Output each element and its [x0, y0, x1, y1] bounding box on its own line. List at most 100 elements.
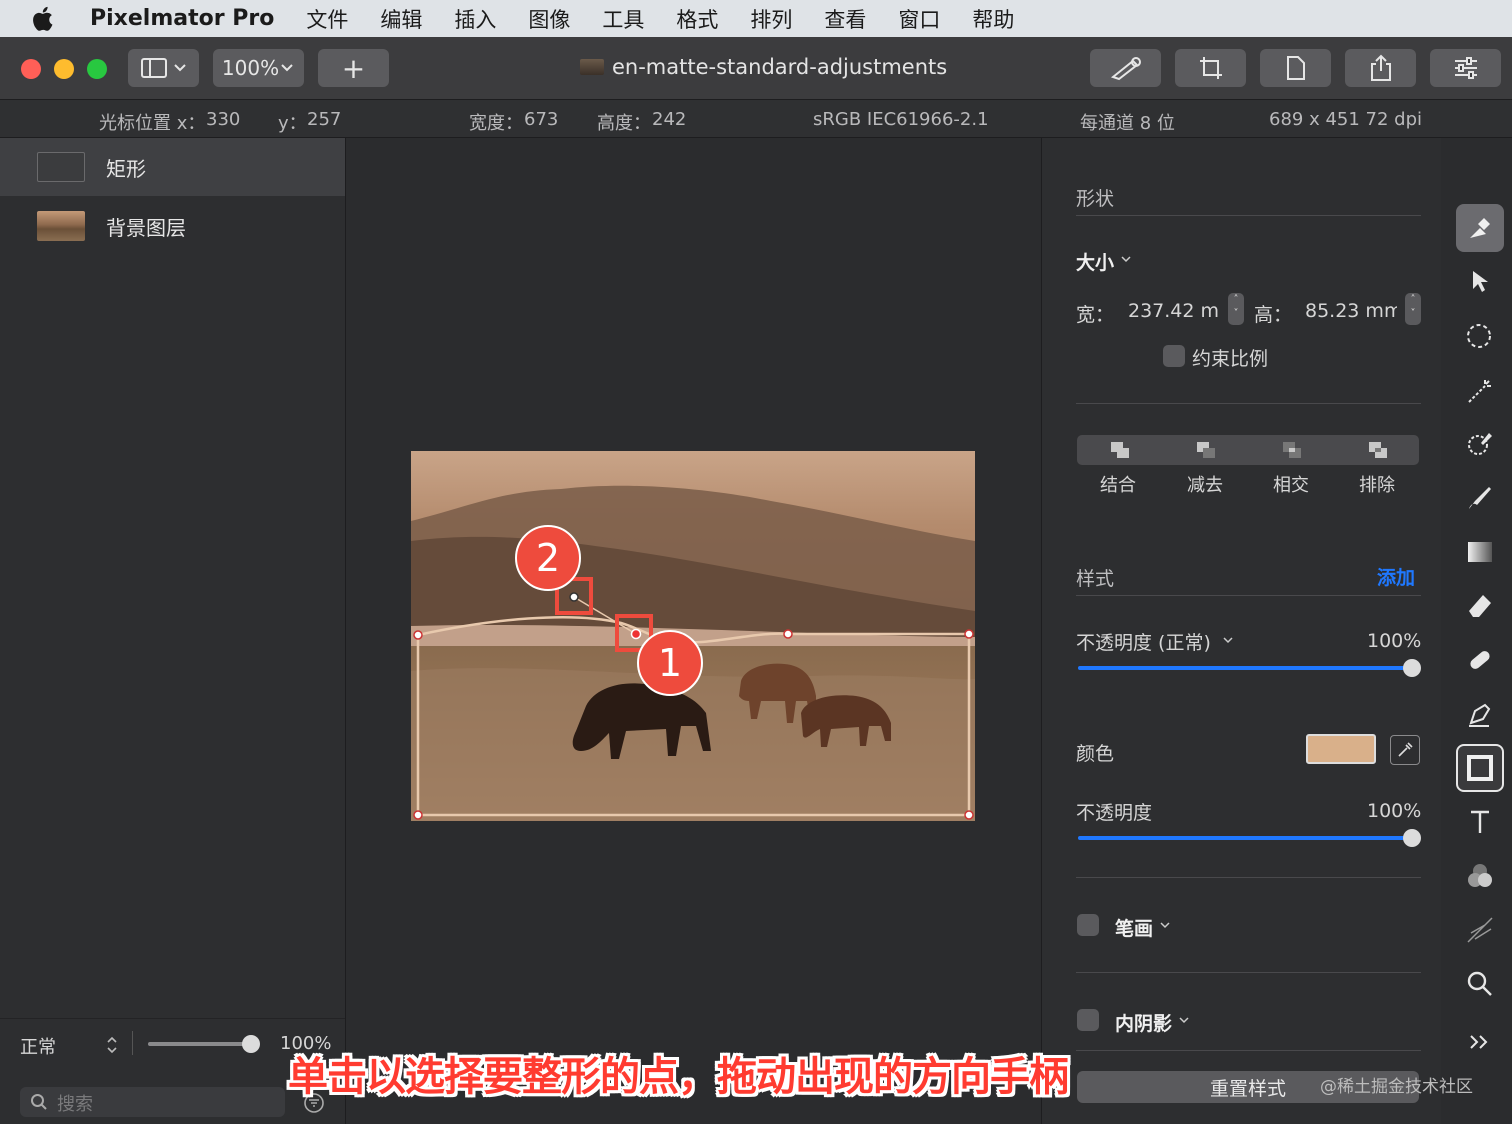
width-field[interactable]: 237.42 mı: [1128, 300, 1220, 322]
cursor-x-label: 光标位置 x：: [99, 113, 206, 134]
blend-mode-select[interactable]: 正常: [20, 1033, 56, 1059]
step-marker-1-label: 1: [657, 641, 683, 685]
retouch-tool[interactable]: [1456, 636, 1504, 684]
paint-tool[interactable]: [1456, 474, 1504, 522]
color-blend-tool[interactable]: [1456, 852, 1504, 900]
tools-sidebar: [1442, 138, 1512, 1124]
stroke-checkbox[interactable]: [1077, 914, 1099, 936]
selection-tool[interactable]: [1456, 313, 1504, 361]
shape-tool[interactable]: [1456, 744, 1504, 792]
add-button[interactable]: +: [318, 49, 389, 87]
eyedropper-button[interactable]: [1390, 735, 1420, 765]
zoom-icon: [1467, 971, 1492, 996]
shape-section-title: 形状: [1076, 188, 1115, 210]
edit-path-button[interactable]: [1090, 49, 1161, 87]
subtract-button[interactable]: [1163, 435, 1248, 465]
height-field[interactable]: 85.23 mm: [1305, 300, 1397, 322]
width-stepper[interactable]: ˄ ˅: [1228, 293, 1244, 325]
menu-help[interactable]: 帮助: [972, 4, 1014, 34]
menu-image[interactable]: 图像: [528, 4, 570, 34]
stroke-label[interactable]: 笔画: [1115, 914, 1153, 941]
zoom-dropdown[interactable]: 100%: [213, 49, 304, 87]
more-tools-button[interactable]: [1456, 1018, 1504, 1066]
apple-icon[interactable]: [30, 5, 58, 33]
exclude-label: 排除: [1359, 475, 1395, 496]
menu-arrange[interactable]: 排列: [750, 4, 792, 34]
stepper-icon[interactable]: [106, 1035, 118, 1055]
constrain-proportions-checkbox[interactable]: [1163, 345, 1185, 367]
opacity-normal-slider-knob[interactable]: [1403, 659, 1421, 677]
magic-wand-tool[interactable]: [1456, 367, 1504, 415]
divider: [1076, 1050, 1421, 1051]
chevron-down-icon: [1179, 1017, 1189, 1024]
gradient-tool[interactable]: [1456, 528, 1504, 576]
document-button[interactable]: [1260, 49, 1331, 87]
arrange-tool[interactable]: [1456, 258, 1504, 306]
intersect-button[interactable]: [1249, 435, 1334, 465]
menu-window[interactable]: 窗口: [898, 4, 940, 34]
opacity-normal-slider[interactable]: [1078, 666, 1412, 670]
size-section-toggle[interactable]: 大小: [1076, 248, 1114, 275]
combine-icon: [1110, 442, 1129, 458]
selection-width-label: 宽度：: [469, 113, 523, 134]
fill-opacity-slider-knob[interactable]: [1403, 829, 1421, 847]
chevron-down-icon: [1223, 637, 1233, 644]
height-stepper[interactable]: ˄ ˅: [1405, 293, 1421, 325]
menu-format[interactable]: 格式: [676, 4, 718, 34]
menu-bar: Pixelmator Pro 文件 编辑 插入 图像 工具 格式 排列 查看 窗…: [0, 0, 1512, 37]
eraser-icon: [1469, 595, 1491, 617]
shape-icon: [1467, 755, 1493, 781]
add-style-button[interactable]: 添加: [1377, 563, 1415, 590]
exclude-button[interactable]: [1335, 435, 1420, 465]
layer-row-rectangle[interactable]: 矩形: [0, 138, 345, 196]
opacity-normal-label[interactable]: 不透明度 (正常): [1076, 628, 1211, 655]
document-title[interactable]: en-matte-standard-adjustments: [580, 55, 947, 79]
format-inspector: 形状 大小 宽： 237.42 mı ˄ ˅ 高： 85.23 mm ˄ ˅ 约束比…: [1041, 138, 1441, 1124]
menu-insert[interactable]: 插入: [454, 4, 496, 34]
tutorial-caption: 单击以选择要整形的点，拖动出现的方向手柄: [288, 1054, 1069, 1100]
crop-button[interactable]: [1175, 49, 1246, 87]
eraser-tool[interactable]: [1456, 582, 1504, 630]
color-adjust-icon: [1468, 433, 1492, 455]
color-profile: sRGB IEC61966-2.1: [813, 109, 989, 130]
image-canvas[interactable]: [411, 451, 975, 821]
combine-label: 结合: [1100, 475, 1136, 496]
color-adjust-tool[interactable]: [1456, 420, 1504, 468]
layer-row-background[interactable]: 背景图层: [0, 197, 345, 255]
sidebar-toggle-button[interactable]: [128, 49, 199, 87]
menu-view[interactable]: 查看: [824, 4, 866, 34]
minimize-window-button[interactable]: [54, 59, 74, 79]
fill-opacity-slider[interactable]: [1078, 836, 1412, 840]
info-bar: 光标位置 x： 330 y： 257 宽度： 673 高度： 242 sRGB …: [0, 100, 1512, 138]
text-tool[interactable]: [1456, 798, 1504, 846]
fill-opacity-label: 不透明度: [1076, 802, 1153, 824]
pen-tool[interactable]: [1456, 690, 1504, 738]
app-name-menu[interactable]: Pixelmator Pro: [90, 6, 274, 31]
layer-search-field[interactable]: 搜索: [20, 1087, 285, 1117]
zoom-tool[interactable]: [1456, 960, 1504, 1008]
layer-opacity-slider[interactable]: [148, 1042, 252, 1046]
color-swatch[interactable]: [1306, 734, 1376, 764]
inner-shadow-checkbox[interactable]: [1077, 1009, 1099, 1031]
distort-tool[interactable]: [1456, 906, 1504, 954]
menu-edit[interactable]: 编辑: [380, 4, 422, 34]
share-button[interactable]: [1345, 49, 1416, 87]
magic-wand-icon: [1468, 380, 1491, 403]
share-icon: [1370, 54, 1391, 81]
chevron-down-icon: [1160, 922, 1170, 929]
distort-icon: [1467, 917, 1493, 943]
chevron-down-icon: [281, 64, 293, 72]
retouch-icon: [1470, 651, 1490, 669]
width-label: 宽：: [1076, 304, 1115, 326]
zoom-window-button[interactable]: [87, 59, 107, 79]
inner-shadow-label[interactable]: 内阴影: [1115, 1009, 1172, 1036]
style-tool[interactable]: [1456, 204, 1504, 252]
adjustments-button[interactable]: [1430, 49, 1501, 87]
layer-opacity-knob[interactable]: [242, 1035, 260, 1053]
crop-icon: [1199, 57, 1222, 79]
close-window-button[interactable]: [21, 59, 41, 79]
menu-tools[interactable]: 工具: [602, 4, 644, 34]
canvas-area[interactable]: 2 1: [347, 138, 1040, 1124]
menu-file[interactable]: 文件: [306, 4, 348, 34]
combine-button[interactable]: [1077, 435, 1162, 465]
